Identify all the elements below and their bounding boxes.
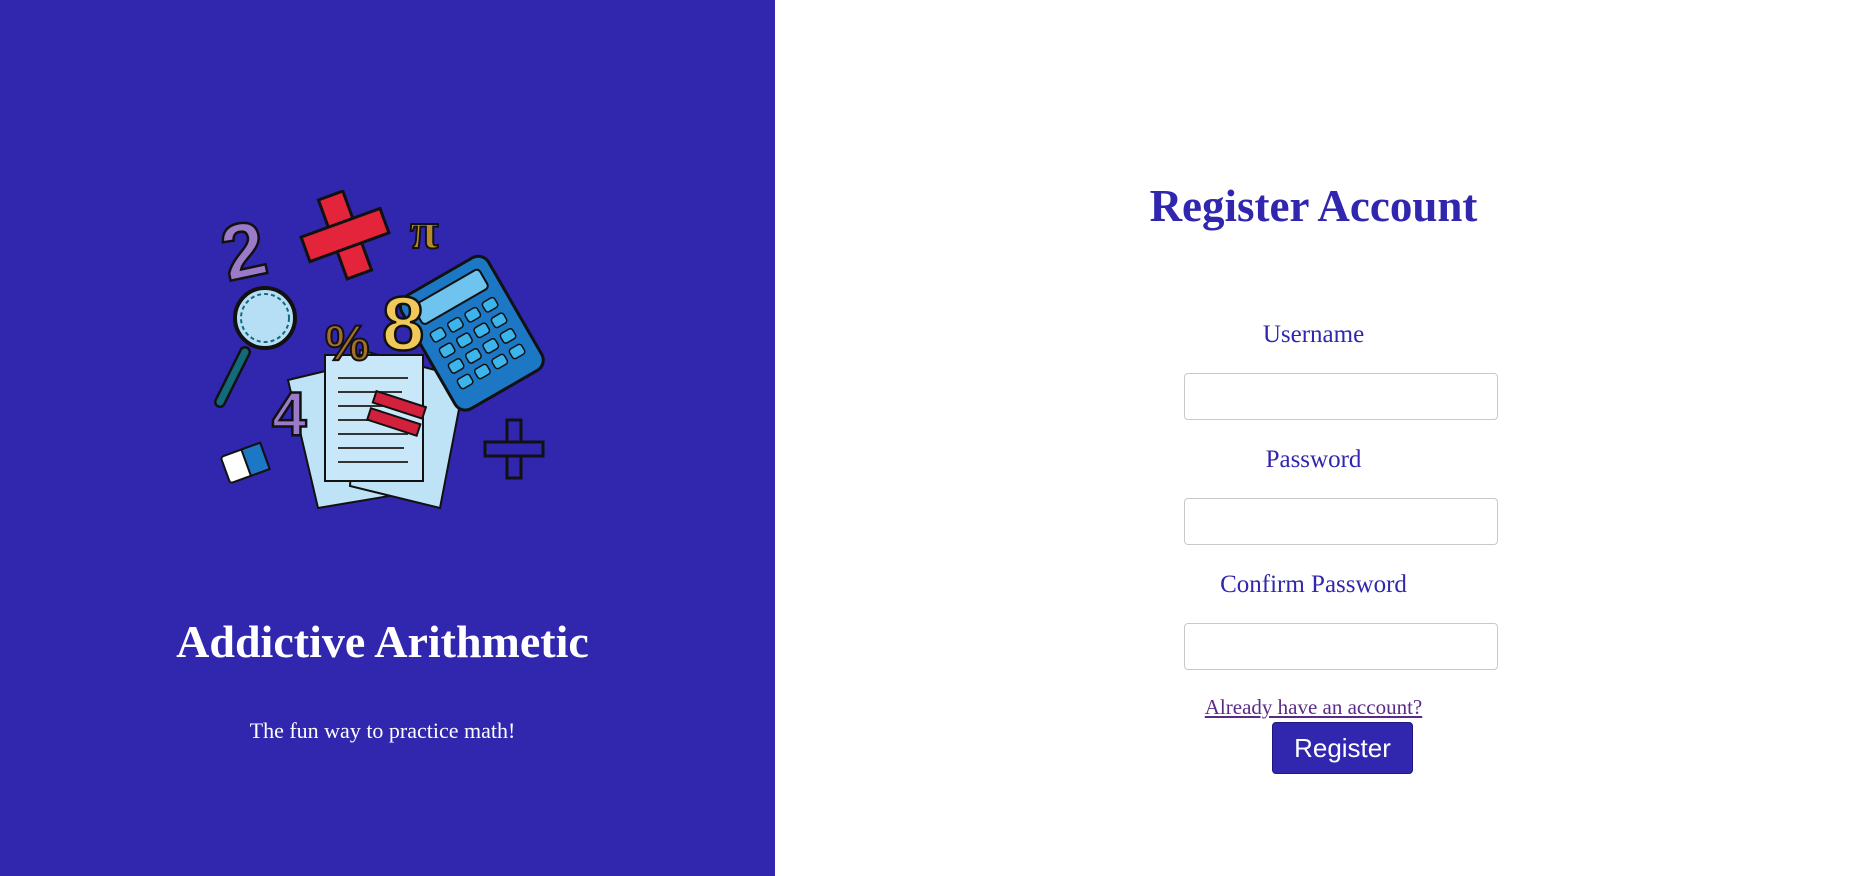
svg-text:%: % [325,315,369,371]
password-input[interactable] [1184,498,1498,545]
confirm-password-input[interactable] [1184,623,1498,670]
username-input[interactable] [1184,373,1498,420]
register-form-panel: Register Account Username Password Confi… [775,0,1852,876]
login-link-container: Already have an account? [775,694,1852,720]
svg-text:π: π [410,203,439,260]
app-tagline: The fun way to practice math! [249,718,516,743]
username-label: Username [1262,321,1365,348]
svg-text:2: 2 [213,203,274,298]
app-title: Addictive Arithmetic [176,616,589,667]
password-label: Password [1265,446,1362,473]
register-button[interactable]: Register [1272,722,1413,774]
svg-text:4: 4 [272,380,307,449]
svg-text:8: 8 [382,282,424,367]
confirm-password-label: Confirm Password [1220,571,1407,598]
login-link[interactable]: Already have an account? [1205,695,1422,719]
register-page: 2 π 8 % 4 Addictive Arithmetic The fun w… [0,0,1852,876]
form-title: Register Account [1149,181,1478,231]
brand-panel: 2 π 8 % 4 Addictive Arithmetic The fun w… [0,0,775,876]
math-illustration-icon: 2 π 8 % 4 [212,190,545,510]
